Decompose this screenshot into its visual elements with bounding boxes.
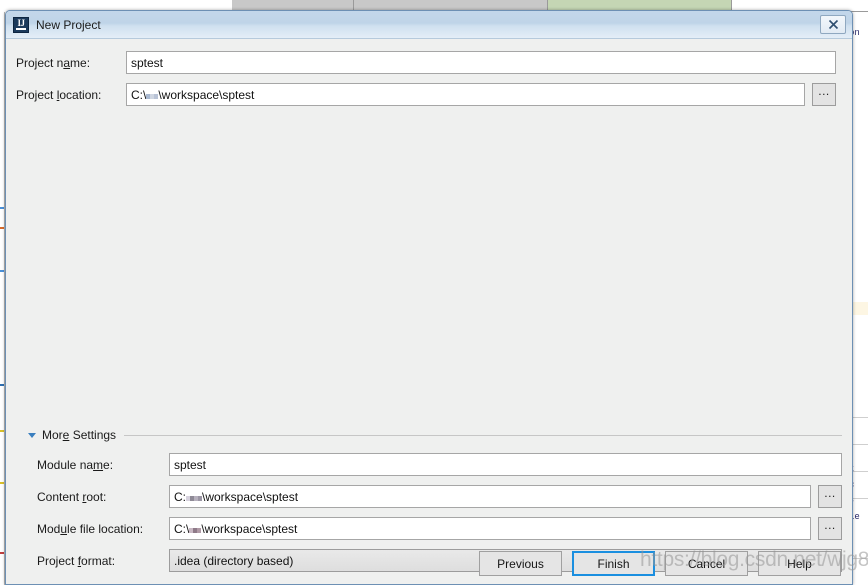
content-root-input[interactable]: C: \workspace\sptest bbox=[169, 485, 811, 508]
dialog-button-bar: Previous Finish Cancel Help bbox=[6, 551, 852, 576]
module-name-label: Module name: bbox=[37, 458, 169, 472]
cancel-button[interactable]: Cancel bbox=[665, 551, 748, 576]
label-text-post: Settings bbox=[69, 428, 117, 442]
label-text-pre: Mod bbox=[37, 521, 61, 536]
finish-button[interactable]: Finish bbox=[572, 551, 655, 576]
project-location-input[interactable]: C:\ \workspace\sptest bbox=[126, 83, 805, 106]
label-text-pre: Project n bbox=[16, 55, 64, 70]
content-root-browse-button[interactable]: ... bbox=[818, 485, 842, 508]
intellij-idea-icon: IJ bbox=[13, 16, 29, 33]
label-text-post: le file location: bbox=[67, 521, 144, 536]
new-project-dialog: IJ New Project Project name: sptest Proj… bbox=[5, 10, 853, 585]
label-text-pre: Project bbox=[16, 87, 57, 102]
ellipsis-icon: ... bbox=[824, 485, 836, 500]
censored-username-block bbox=[186, 490, 202, 504]
label-text-post: ocation: bbox=[59, 87, 102, 102]
dialog-body: Project name: sptest Project location: C… bbox=[6, 39, 852, 584]
censored-username-block bbox=[146, 88, 159, 102]
content-root-row: Content root: C: \workspace\sptest ... bbox=[37, 485, 842, 508]
path-suffix: \workspace\sptest bbox=[158, 87, 255, 102]
module-file-location-row: Module file location: C:\ \workspace\spte… bbox=[37, 517, 842, 540]
previous-button[interactable]: Previous bbox=[479, 551, 562, 576]
label-text-pre: Content bbox=[37, 489, 83, 504]
project-name-value: sptest bbox=[131, 55, 164, 70]
module-name-value: sptest bbox=[174, 457, 207, 472]
module-file-location-input[interactable]: C:\ \workspace\sptest bbox=[169, 517, 811, 540]
dialog-title-bar: IJ New Project bbox=[6, 11, 852, 39]
ellipsis-icon: ... bbox=[824, 517, 836, 532]
project-name-label: Project name: bbox=[16, 56, 126, 70]
path-suffix: \workspace\sptest bbox=[202, 489, 299, 504]
section-divider bbox=[124, 434, 842, 436]
label-text-pre: Mor bbox=[42, 428, 63, 442]
module-name-row: Module name: sptest bbox=[37, 453, 842, 476]
collapse-triangle-icon[interactable] bbox=[28, 432, 36, 438]
module-file-location-label: Module file location: bbox=[37, 522, 169, 536]
label-text-post: e: bbox=[103, 457, 114, 472]
project-location-browse-button[interactable]: ... bbox=[812, 83, 836, 106]
path-prefix: C:\ bbox=[131, 87, 147, 102]
project-location-row: Project location: C:\ \workspace\sptest .… bbox=[16, 83, 842, 106]
path-prefix: C:\ bbox=[174, 521, 190, 536]
censored-username-block bbox=[189, 522, 202, 536]
module-name-input[interactable]: sptest bbox=[169, 453, 842, 476]
label-text-post: oot: bbox=[86, 489, 107, 504]
help-button[interactable]: Help bbox=[758, 551, 841, 576]
more-settings-header[interactable]: More Settings bbox=[6, 427, 852, 443]
more-settings-title: More Settings bbox=[42, 428, 116, 442]
dialog-title: New Project bbox=[36, 17, 101, 32]
ellipsis-icon: ... bbox=[818, 83, 830, 98]
label-text-pre: Module na bbox=[37, 457, 94, 472]
close-button[interactable] bbox=[820, 15, 846, 34]
close-icon bbox=[828, 19, 838, 30]
project-name-input[interactable]: sptest bbox=[126, 51, 836, 74]
project-name-row: Project name: sptest bbox=[16, 51, 842, 74]
label-mnemonic: m bbox=[93, 457, 104, 472]
project-basic-form: Project name: sptest Project location: C… bbox=[6, 39, 852, 106]
project-location-label: Project location: bbox=[16, 88, 126, 102]
content-root-label: Content root: bbox=[37, 490, 169, 504]
label-text-post: me: bbox=[70, 55, 91, 70]
path-prefix: C: bbox=[174, 489, 186, 504]
module-file-location-browse-button[interactable]: ... bbox=[818, 517, 842, 540]
path-suffix: \workspace\sptest bbox=[201, 521, 298, 536]
